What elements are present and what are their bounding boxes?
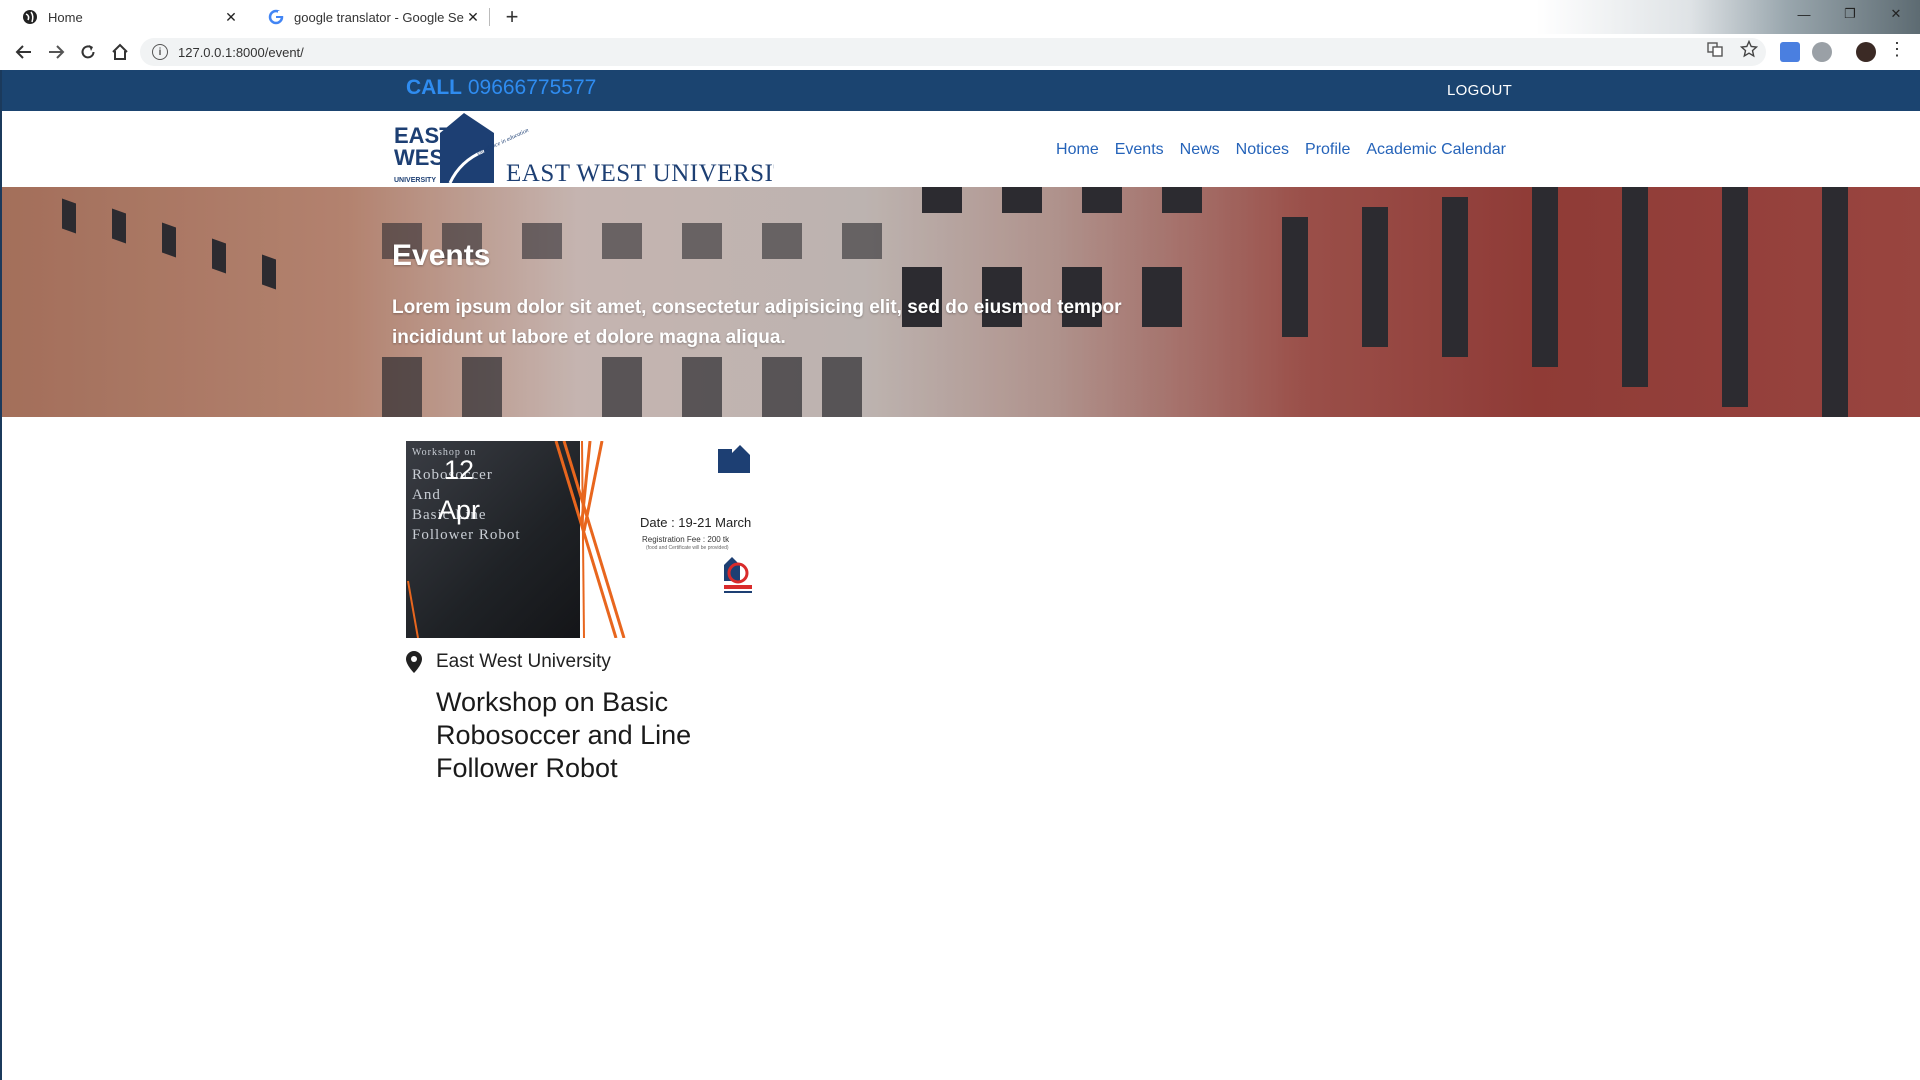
menu-news[interactable]: News <box>1180 141 1220 159</box>
event-location-text: East West University <box>436 651 611 672</box>
menu-notices[interactable]: Notices <box>1236 141 1289 159</box>
poster-note: (food and Certificate will be provided) <box>646 545 729 551</box>
logout-link[interactable]: LOGOUT <box>1447 82 1512 99</box>
browser-toolbar: i 127.0.0.1:8000/event/ ⋮ <box>0 34 1920 70</box>
back-icon[interactable] <box>10 38 38 66</box>
drive-extension-icon[interactable] <box>1812 42 1832 62</box>
star-icon[interactable] <box>1740 40 1758 58</box>
map-pin-icon <box>406 651 422 673</box>
browser-tab-google[interactable]: google translator - Google Search ✕ <box>258 0 490 34</box>
minimize-icon[interactable]: — <box>1784 4 1824 24</box>
tab-divider <box>489 8 490 26</box>
close-tab-icon[interactable]: ✕ <box>222 8 240 26</box>
hero-title: Events <box>392 239 491 272</box>
tab-title: Home <box>48 9 83 25</box>
menu-dots-icon[interactable]: ⋮ <box>1888 39 1906 59</box>
google-icon <box>268 9 284 25</box>
logo-name: EAST WEST UNIVERSITY <box>506 160 774 187</box>
call-label: CALL <box>406 76 462 99</box>
event-title[interactable]: Workshop on Basic Robosoccer and Line Fo… <box>436 686 756 785</box>
event-location: East West University <box>406 651 611 673</box>
site-logo[interactable]: EAST WEST UNIVERSITY excellence in educa… <box>394 111 807 187</box>
address-bar[interactable]: i 127.0.0.1:8000/event/ <box>140 38 1766 66</box>
reload-icon[interactable] <box>74 38 102 66</box>
restore-icon[interactable]: ❐ <box>1830 4 1870 24</box>
menu-home[interactable]: Home <box>1056 141 1099 159</box>
poster-date: Date : 19-21 March <box>640 515 752 530</box>
hero-banner: Events Lorem ipsum dolor sit amet, conse… <box>2 187 1920 417</box>
main-menu: Home Events News Notices Profile Academi… <box>1056 141 1506 159</box>
browser-tabstrip: Home ✕ google translator - Google Search… <box>0 0 1920 34</box>
translate-icon[interactable] <box>1706 40 1724 58</box>
phone-number[interactable]: 09666775577 <box>468 76 596 99</box>
event-month: Apr <box>438 495 481 525</box>
menu-profile[interactable]: Profile <box>1305 141 1350 159</box>
event-poster[interactable]: Workshop on Robosoccer And Basic Line Fo… <box>406 441 760 638</box>
site-info-icon[interactable]: i <box>152 44 168 60</box>
page: CALL 09666775577 LOGOUT EAST WEST UNIVER… <box>0 70 1920 1080</box>
call-info: CALL 09666775577 <box>406 76 596 100</box>
globe-icon <box>22 9 38 25</box>
tab-title: google translator - Google Search <box>294 9 464 25</box>
top-contact-bar: CALL 09666775577 LOGOUT <box>2 70 1920 111</box>
event-card[interactable]: Workshop on Robosoccer And Basic Line Fo… <box>406 441 766 783</box>
home-icon[interactable] <box>106 38 134 66</box>
logo-mark-university: UNIVERSITY <box>394 177 436 184</box>
url-text: 127.0.0.1:8000/event/ <box>178 44 304 60</box>
menu-events[interactable]: Events <box>1115 141 1164 159</box>
forward-icon[interactable] <box>42 38 70 66</box>
google-translate-extension-icon[interactable] <box>1780 42 1800 62</box>
browser-tab-home[interactable]: Home ✕ <box>12 0 248 34</box>
close-window-icon[interactable]: ✕ <box>1876 4 1916 24</box>
hero-description: Lorem ipsum dolor sit amet, consectetur … <box>392 297 1122 348</box>
event-day: 12 <box>444 455 475 485</box>
site-header: EAST WEST UNIVERSITY excellence in educa… <box>2 111 1920 187</box>
poster-fee: Registration Fee : 200 tk <box>642 535 730 544</box>
close-tab-icon[interactable]: ✕ <box>464 8 482 26</box>
avatar[interactable] <box>1856 42 1876 62</box>
menu-academic-calendar[interactable]: Academic Calendar <box>1366 141 1506 159</box>
new-tab-button[interactable]: + <box>500 4 524 29</box>
